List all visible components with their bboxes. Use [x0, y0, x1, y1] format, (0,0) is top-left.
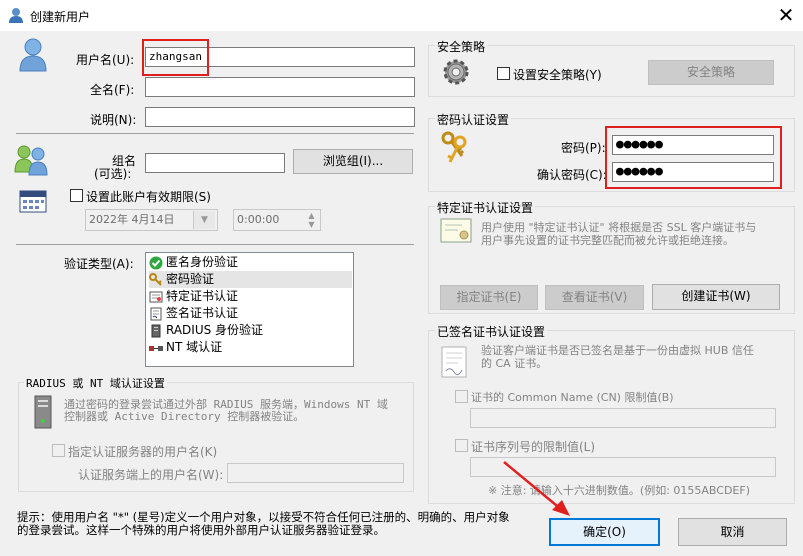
- group-icon: [14, 145, 48, 176]
- radius-description-line2: 控制器或 Active Directory 控制器被验证。: [64, 410, 305, 423]
- specify-server-username-label: 指定认证服务器的用户名(K): [68, 445, 218, 459]
- list-item[interactable]: NT 域认证: [149, 339, 222, 356]
- list-item-selected[interactable]: 密码验证: [149, 271, 352, 288]
- annotation-arrow: [503, 461, 570, 516]
- fullname-label: 全名(F):: [90, 83, 135, 97]
- security-policy-checkbox-label: 设置安全策略(Y): [513, 68, 602, 82]
- user-avatar-icon: [19, 38, 47, 72]
- password-group-title: 密码认证设置: [435, 111, 512, 128]
- certificate-icon: [149, 291, 163, 302]
- username-highlight-box: [142, 39, 209, 76]
- security-policy-checkbox[interactable]: [497, 67, 510, 80]
- window-user-icon: [9, 8, 23, 23]
- signed-cert-description-line2: 的 CA 证书。: [481, 357, 548, 370]
- description-input[interactable]: [145, 107, 415, 127]
- password-label: 密码(P):: [561, 141, 606, 155]
- group-label-optional: (可选):: [94, 167, 132, 181]
- network-icon: [149, 345, 163, 351]
- security-policy-button[interactable]: 安全策略: [648, 60, 774, 85]
- create-cert-button[interactable]: 创建证书(W): [652, 284, 780, 310]
- cn-limit-checkbox[interactable]: [455, 390, 468, 403]
- certificate-icon: [440, 218, 472, 243]
- list-item[interactable]: RADIUS 身份验证: [149, 322, 263, 339]
- password-highlight-box: [605, 126, 782, 189]
- group-input[interactable]: [145, 153, 285, 173]
- specific-cert-group-title: 特定证书认证设置: [435, 199, 536, 216]
- keys-icon: [441, 131, 467, 163]
- title-bar: [0, 0, 803, 31]
- server-username-input[interactable]: [227, 463, 404, 483]
- description-label: 说明(N):: [90, 113, 137, 127]
- expiry-checkbox[interactable]: [70, 189, 83, 202]
- calendar-icon: [19, 190, 47, 213]
- divider: [16, 133, 414, 134]
- cn-limit-label: 证书的 Common Name (CN) 限制值(B): [471, 391, 674, 404]
- key-icon: [149, 272, 162, 286]
- time-spinner-icon[interactable]: ▲ ▼: [304, 211, 319, 229]
- security-group-title: 安全策略: [435, 38, 488, 55]
- serial-limit-checkbox[interactable]: [455, 439, 468, 452]
- radius-group-title: RADIUS 或 NT 域认证设置: [24, 375, 167, 391]
- auth-type-label: 验证类型(A):: [64, 257, 134, 271]
- window-title: 创建新用户: [30, 10, 91, 24]
- signed-certificate-icon: [150, 307, 162, 320]
- specific-cert-description-line2: 用户事先设置的证书完整匹配而被允许或拒绝连接。: [481, 234, 734, 247]
- gear-icon: [443, 59, 469, 85]
- specify-cert-button[interactable]: 指定证书(E): [440, 285, 538, 310]
- close-icon[interactable]: ✕: [771, 2, 801, 28]
- browse-group-button[interactable]: 浏览组(I)...: [293, 149, 413, 174]
- server-icon: [151, 324, 161, 337]
- hint-line2: 的登录尝试。这样一个特殊的用户将使用外部用户认证服务器验证登录。: [17, 523, 385, 537]
- signed-cert-group-title: 已签名证书认证设置: [435, 323, 548, 340]
- list-item[interactable]: 特定证书认证: [149, 288, 238, 305]
- fullname-input[interactable]: [145, 77, 415, 97]
- cancel-button[interactable]: 取消: [678, 518, 787, 546]
- server-tower-icon: [34, 395, 52, 429]
- server-username-label: 认证服务端上的用户名(W):: [78, 468, 224, 482]
- list-item[interactable]: 匿名身份验证: [149, 254, 238, 271]
- check-icon: [149, 256, 163, 269]
- specify-server-username-checkbox[interactable]: [52, 444, 65, 457]
- view-cert-button[interactable]: 查看证书(V): [545, 285, 644, 310]
- signed-certificate-icon: [441, 346, 467, 378]
- list-item[interactable]: 签名证书认证: [149, 305, 238, 322]
- confirm-password-label: 确认密码(C):: [537, 168, 607, 182]
- chevron-down-icon[interactable]: ▼: [193, 211, 215, 229]
- cn-limit-input[interactable]: [470, 408, 776, 428]
- username-label: 用户名(U):: [76, 53, 135, 67]
- divider: [16, 244, 414, 245]
- auth-type-list[interactable]: 匿名身份验证 密码验证 特定证书认证 签名证书认证 RADIUS 身份验证 NT…: [145, 252, 354, 367]
- expiry-checkbox-label: 设置此账户有效期限(S): [86, 190, 211, 204]
